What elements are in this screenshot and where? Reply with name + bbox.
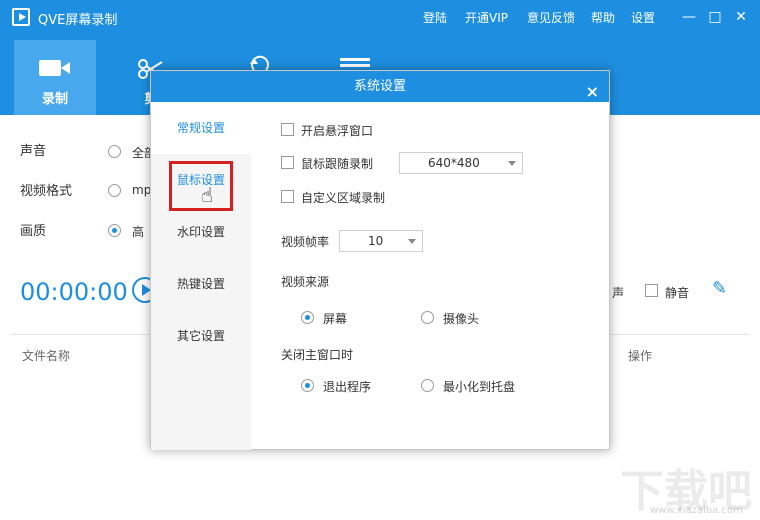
close-main-label: 关闭主窗口时 — [281, 348, 354, 362]
frame-rate-value: 10 — [368, 234, 384, 248]
frame-rate-select[interactable]: 10 — [339, 230, 423, 252]
pencil-icon[interactable]: ✎ — [712, 278, 734, 300]
source-camera-radio[interactable] — [421, 311, 434, 324]
feedback-link[interactable]: 意见反馈 — [527, 9, 575, 26]
help-link[interactable]: 帮助 — [591, 9, 615, 26]
nav-watermark[interactable]: 水印设置 — [151, 206, 251, 258]
custom-area-checkbox[interactable] — [281, 190, 294, 203]
close-exit-label: 退出程序 — [323, 380, 372, 394]
close-exit-radio[interactable] — [301, 379, 314, 392]
tab-record[interactable]: 录制 — [14, 40, 96, 115]
mute-label: 静音 — [665, 286, 690, 300]
column-file-name: 文件名称 — [22, 349, 71, 363]
floating-window-checkbox[interactable] — [281, 123, 294, 136]
close-tray-label: 最小化到托盘 — [443, 380, 516, 394]
sound-all-radio[interactable] — [108, 145, 121, 158]
close-button[interactable]: ✕ — [730, 6, 752, 28]
follow-mouse-size-select[interactable]: 640*480 — [399, 152, 523, 174]
follow-mouse-checkbox[interactable] — [281, 156, 294, 169]
close-tray-radio[interactable] — [421, 379, 434, 392]
quality-label: 画质 — [20, 224, 47, 239]
source-screen-radio[interactable] — [301, 311, 314, 324]
source-camera-label: 摄像头 — [443, 312, 480, 326]
vip-link[interactable]: 开通VIP — [465, 9, 508, 26]
mute-checkbox[interactable] — [645, 284, 658, 297]
dialog-title-bar: 系统设置 × — [151, 71, 609, 102]
video-camera-icon — [39, 60, 70, 76]
tab-record-label: 录制 — [41, 92, 68, 107]
recording-timer: 00:00:00 — [20, 278, 128, 306]
app-logo-icon — [12, 8, 30, 26]
chevron-down-icon — [408, 239, 416, 244]
hand-cursor-icon: ☝ — [201, 183, 214, 207]
column-actions: 操作 — [628, 349, 653, 363]
quality-high-radio[interactable] — [108, 224, 121, 237]
quality-high-text: 高 — [132, 225, 145, 239]
format-text: mp — [132, 183, 152, 197]
nav-other[interactable]: 其它设置 — [151, 310, 251, 362]
custom-area-label: 自定义区域录制 — [301, 191, 386, 205]
dialog-title: 系统设置 — [353, 79, 406, 94]
chevron-down-icon — [508, 161, 516, 166]
follow-mouse-label: 鼠标跟随录制 — [301, 157, 374, 171]
maximize-button[interactable]: □ — [704, 6, 726, 28]
settings-link[interactable]: 设置 — [631, 9, 655, 26]
nav-hotkey[interactable]: 热键设置 — [151, 258, 251, 310]
format-label: 视频格式 — [20, 184, 73, 199]
login-link[interactable]: 登陆 — [423, 9, 447, 26]
settings-dialog: 系统设置 × 常规设置 鼠标设置 水印设置 热键设置 其它设置 ☝ 开启悬浮窗口… — [150, 70, 610, 450]
dialog-nav: 常规设置 鼠标设置 水印设置 热键设置 其它设置 — [151, 102, 251, 450]
video-source-label: 视频来源 — [281, 275, 330, 289]
sound-label: 声音 — [20, 144, 47, 159]
frame-rate-label: 视频帧率 — [281, 235, 330, 249]
floating-window-label: 开启悬浮窗口 — [301, 124, 374, 138]
minimize-button[interactable]: — — [678, 6, 700, 28]
source-screen-label: 屏幕 — [323, 312, 348, 326]
app-title: QVE屏幕录制 — [38, 13, 118, 28]
follow-mouse-size-value: 640*480 — [428, 156, 480, 170]
sound-partial-label: 声 — [612, 286, 625, 300]
format-radio[interactable] — [108, 184, 121, 197]
dialog-close-button[interactable]: × — [586, 76, 599, 107]
nav-general[interactable]: 常规设置 — [151, 102, 251, 154]
title-bar: QVE屏幕录制 登陆 开通VIP 意见反馈 帮助 设置 — □ ✕ — [0, 0, 760, 34]
watermark-url: www.xiazaiba.com — [650, 505, 743, 516]
